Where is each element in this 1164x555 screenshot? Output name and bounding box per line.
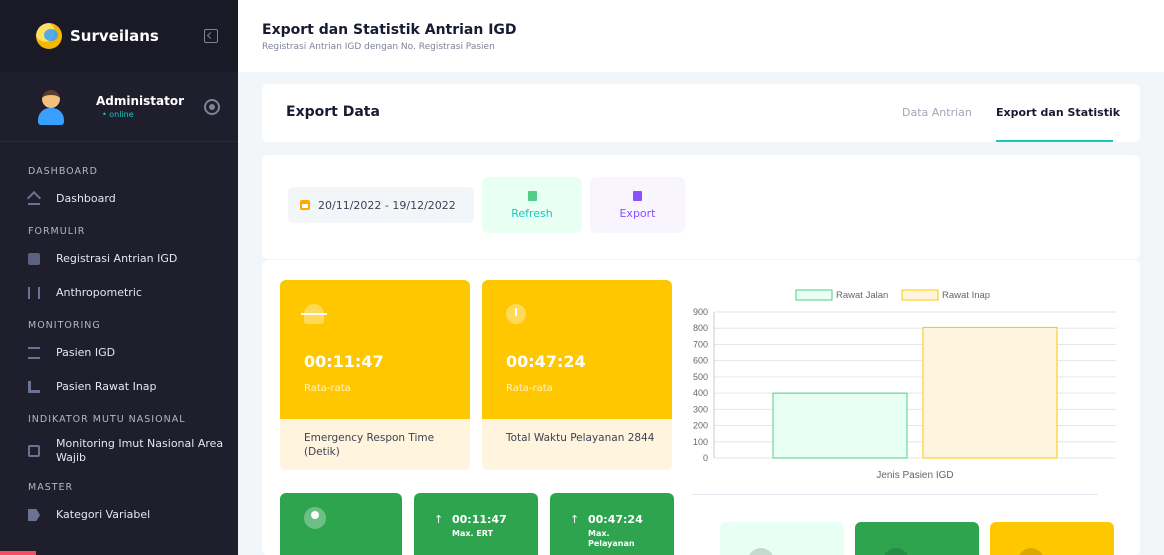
- active-tab-indicator: [996, 140, 1113, 142]
- y-tick-label: 700: [693, 339, 708, 349]
- y-tick-label: 500: [693, 372, 708, 382]
- summary-box-yellow: [990, 522, 1114, 555]
- ert-label: Emergency Respon Time (Detik): [304, 432, 435, 458]
- max-service-time: 00:47:24: [588, 513, 643, 526]
- sidebar-item-kategori-variabel[interactable]: Kategori Variabel: [0, 498, 238, 532]
- user-panel: Administator • online: [0, 72, 238, 142]
- sidebar-item-anthropometric[interactable]: Anthropometric: [0, 276, 238, 310]
- user-info: Administator • online: [78, 94, 206, 119]
- y-tick-label: 400: [693, 388, 708, 398]
- arrow-up-icon: ↑: [570, 513, 580, 526]
- export-data-card: Export Data Data Antrian Export dan Stat…: [262, 84, 1140, 142]
- date-range-value: 20/11/2022 - 19/12/2022: [318, 198, 456, 212]
- user-icon: [304, 507, 326, 529]
- avatar: [36, 88, 66, 126]
- patient-icon: [28, 347, 40, 359]
- summary-box-green: [855, 522, 979, 555]
- ert-average-time: 00:11:47: [304, 352, 384, 371]
- legend-label: Rawat Inap: [942, 290, 990, 301]
- bed-icon: [28, 381, 40, 393]
- patient-count-box: [280, 493, 402, 555]
- service-average-time: 00:47:24: [506, 352, 586, 371]
- excel-icon: [633, 190, 642, 201]
- section-dashboard: DASHBOARD: [28, 166, 98, 177]
- gear-icon[interactable]: [206, 100, 218, 113]
- heartbeat-icon: [301, 304, 327, 324]
- tag-icon: [28, 509, 40, 521]
- scrollbar[interactable]: [0, 551, 36, 555]
- service-stat-box: 00:47:24 Rata-rata Total Waktu Pelayanan…: [482, 280, 672, 470]
- sidebar-item-monitoring-imut[interactable]: Monitoring Imut Nasional Area Wajib: [0, 430, 238, 472]
- sidebar-item-dashboard[interactable]: Dashboard: [0, 182, 238, 216]
- section-monitoring: MONITORING: [28, 320, 101, 331]
- user-name: Administator: [96, 94, 185, 108]
- max-service-label: Max. Pelayanan: [588, 529, 635, 548]
- max-ert-label: Max. ERT: [452, 529, 494, 538]
- tab-export-statistik[interactable]: Export dan Statistik: [996, 106, 1120, 119]
- chart-divider: [692, 494, 1098, 495]
- date-range-input[interactable]: 20/11/2022 - 19/12/2022: [288, 187, 474, 223]
- legend-label: Rawat Jalan: [836, 290, 888, 301]
- section-formulir: FORMULIR: [28, 226, 86, 237]
- x-axis-label: Jenis Pasien IGD: [876, 470, 953, 481]
- sidebar-item-pasien-rawat-inap[interactable]: Pasien Rawat Inap: [0, 370, 238, 404]
- y-tick-label: 600: [693, 356, 708, 366]
- circle-icon: [883, 548, 909, 555]
- summary-box-light: [720, 522, 844, 555]
- y-tick-label: 200: [693, 421, 708, 431]
- refresh-button[interactable]: Refresh: [482, 177, 582, 233]
- page-header: Export dan Statistik Antrian IGD Registr…: [238, 0, 1164, 72]
- monitor-icon: [28, 445, 40, 457]
- y-tick-label: 100: [693, 437, 708, 447]
- user-status: • online: [102, 110, 134, 119]
- card-title: Export Data: [286, 104, 380, 120]
- sidebar-toggle-icon[interactable]: [204, 29, 218, 43]
- section-indikator-mutu: INDIKATOR MUTU NASIONAL: [28, 414, 186, 425]
- bar-rawat-inap: [922, 326, 1058, 459]
- circle-icon: [748, 548, 774, 555]
- sidebar-menu: DASHBOARD Dashboard FORMULIR Registrasi …: [0, 142, 238, 532]
- register-icon: [28, 253, 40, 265]
- service-label: Total Waktu Pelayanan 2844: [506, 432, 655, 444]
- circle-icon: [1018, 548, 1044, 555]
- calendar-icon: [300, 200, 310, 210]
- legend-swatch: [901, 289, 939, 301]
- tool-icon: [28, 287, 40, 299]
- page-subtitle: Registrasi Antrian IGD dengan No. Regist…: [262, 42, 495, 52]
- max-ert-time: 00:11:47: [452, 513, 507, 526]
- y-tick-label: 900: [693, 307, 708, 317]
- filter-card: 20/11/2022 - 19/12/2022 Refresh Export: [262, 155, 1140, 259]
- logo-icon: [36, 23, 62, 49]
- export-button[interactable]: Export: [590, 177, 685, 233]
- y-tick-label: 0: [703, 453, 708, 463]
- y-tick-label: 300: [693, 404, 708, 414]
- brand-bar: Surveilans: [0, 0, 238, 72]
- service-average-label: Rata-rata: [506, 383, 553, 394]
- patient-type-chart: 0 100 200 300 400 500 600 700 800 900 Jenis Pasien…: [686, 282, 1126, 502]
- page-title: Export dan Statistik Antrian IGD: [262, 22, 517, 38]
- max-ert-box: ↑ 00:11:47 Max. ERT: [414, 493, 538, 555]
- ert-average-label: Rata-rata: [304, 383, 351, 394]
- brand-name: Surveilans: [70, 27, 159, 45]
- statistics-card: 00:11:47 Rata-rata Emergency Respon Time…: [262, 260, 1140, 555]
- clock-icon: [506, 304, 526, 324]
- sidebar-item-pasien-igd[interactable]: Pasien IGD: [0, 336, 238, 370]
- bar-chart-svg: 0 100 200 300 400 500 600 700 800 900 Jenis Pasien…: [693, 289, 1116, 481]
- section-master: MASTER: [28, 482, 74, 493]
- bar-rawat-jalan: [772, 392, 908, 459]
- sidebar: Surveilans Administator • online DASHBOA…: [0, 0, 238, 555]
- arrow-up-icon: ↑: [434, 513, 444, 526]
- sidebar-item-registrasi-antrian-igd[interactable]: Registrasi Antrian IGD: [0, 242, 238, 276]
- legend-swatch: [795, 289, 833, 301]
- home-icon: [28, 193, 40, 205]
- ert-stat-box: 00:11:47 Rata-rata Emergency Respon Time…: [280, 280, 470, 470]
- refresh-icon: [527, 190, 537, 201]
- tab-data-antrian[interactable]: Data Antrian: [902, 106, 972, 119]
- max-service-box: ↑ 00:47:24 Max. Pelayanan: [550, 493, 674, 555]
- y-tick-label: 800: [693, 323, 708, 333]
